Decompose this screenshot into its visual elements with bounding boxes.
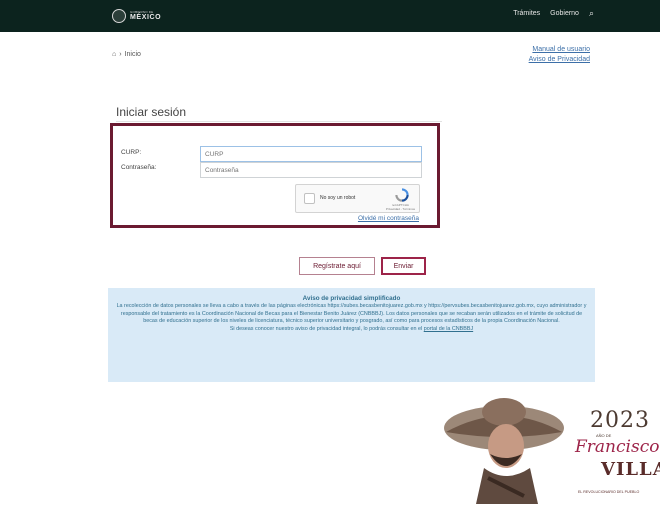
- privacy-notice-title: Aviso de privacidad simplificado: [302, 295, 401, 302]
- nav-gobierno[interactable]: Gobierno: [550, 10, 579, 17]
- password-label: Contraseña:: [121, 164, 157, 171]
- breadcrumb: ⌂ › Inicio: [112, 51, 141, 58]
- privacy-notice-link[interactable]: Aviso de Privacidad: [529, 55, 590, 65]
- banner-year: 2023: [590, 408, 650, 433]
- banner-last-name: VILLA: [601, 459, 660, 480]
- header-nav: Trámites Gobierno ⌕: [513, 9, 594, 18]
- recaptcha-terms[interactable]: Privacidad - Términos: [386, 207, 415, 211]
- breadcrumb-current: Inicio: [124, 51, 141, 58]
- login-form: CURP: Contraseña: No soy un robot reCAPT…: [110, 123, 440, 228]
- user-manual-link[interactable]: Manual de usuario: [529, 45, 590, 55]
- nav-tramites[interactable]: Trámites: [513, 10, 540, 17]
- breadcrumb-separator: ›: [119, 51, 122, 58]
- password-input[interactable]: [200, 162, 422, 178]
- banner-first-name: Francisco: [575, 437, 660, 457]
- privacy-footer-text: Si deseas conocer nuestro aviso de priva…: [229, 326, 423, 333]
- banner-tagline: EL REVOLUCIONARIO DEL PUEBLO: [578, 490, 640, 494]
- recaptcha-label: No soy un robot: [320, 195, 356, 201]
- curp-label: CURP:: [121, 149, 142, 156]
- cnbbbj-portal-link[interactable]: portal de la CNBBBJ: [424, 326, 473, 332]
- submit-button[interactable]: Enviar: [381, 257, 426, 275]
- recaptcha-widget: No soy un robot reCAPTCHA Privacidad - T…: [295, 184, 420, 213]
- privacy-notice: Aviso de privacidad simplificado La reco…: [108, 288, 595, 382]
- privacy-notice-body: La recolección de datos personales se ll…: [116, 302, 587, 325]
- register-button[interactable]: Regístrate aquí: [299, 257, 375, 275]
- seal-icon: [112, 9, 126, 23]
- curp-input[interactable]: [200, 146, 422, 162]
- home-icon[interactable]: ⌂: [112, 51, 116, 58]
- top-links: Manual de usuario Aviso de Privacidad: [529, 45, 590, 65]
- search-icon[interactable]: ⌕: [589, 9, 594, 18]
- logo-main-text: MÉXICO: [130, 14, 162, 21]
- forgot-password-link[interactable]: Olvidé mi contraseña: [358, 215, 419, 222]
- page-title: Iniciar sesión: [116, 105, 187, 119]
- privacy-notice-footer: Si deseas conocer nuestro aviso de priva…: [116, 326, 587, 334]
- gobierno-logo[interactable]: GOBIERNO DE MÉXICO: [112, 8, 161, 24]
- recaptcha-icon: [395, 188, 409, 202]
- title-divider: [116, 121, 442, 122]
- top-navbar: GOBIERNO DE MÉXICO Trámites Gobierno ⌕: [0, 0, 660, 32]
- recaptcha-checkbox[interactable]: [304, 193, 315, 204]
